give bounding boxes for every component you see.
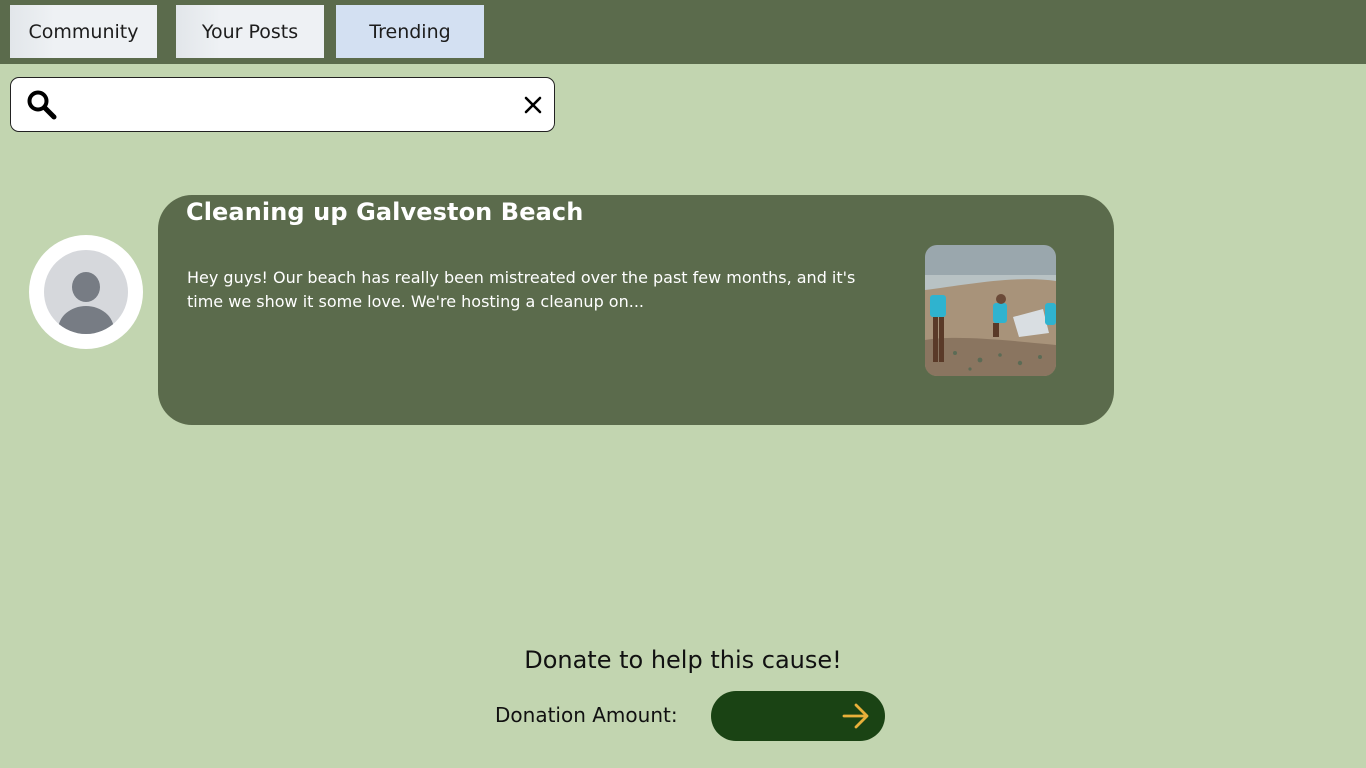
tab-your-posts[interactable]: Your Posts (176, 5, 324, 58)
post-title[interactable]: Cleaning up Galveston Beach (186, 198, 583, 226)
tab-community[interactable]: Community (10, 5, 157, 58)
post-card[interactable]: Cleaning up Galveston Beach Hey guys! Ou… (158, 195, 1114, 425)
top-navigation-bar: Community Your Posts Trending (0, 0, 1366, 64)
search-bar (10, 77, 555, 132)
user-avatar-icon (44, 250, 128, 334)
close-icon[interactable] (522, 94, 544, 116)
donation-amount-label: Donation Amount: (495, 703, 678, 727)
donate-heading: Donate to help this cause! (524, 646, 842, 674)
donation-amount-input[interactable] (729, 700, 834, 732)
donation-amount-field[interactable] (711, 691, 885, 741)
beach-cleanup-photo (925, 245, 1056, 376)
search-input[interactable] (73, 88, 503, 122)
tab-community-label: Community (28, 20, 139, 43)
arrow-right-icon[interactable] (841, 701, 871, 731)
tab-your-posts-label: Your Posts (201, 20, 299, 43)
tab-trending[interactable]: Trending (336, 5, 484, 58)
post-thumbnail[interactable] (925, 245, 1056, 376)
post-excerpt: Hey guys! Our beach has really been mist… (187, 268, 856, 311)
avatar[interactable] (29, 235, 143, 349)
search-icon[interactable] (26, 89, 58, 121)
tab-trending-label: Trending (369, 20, 451, 43)
